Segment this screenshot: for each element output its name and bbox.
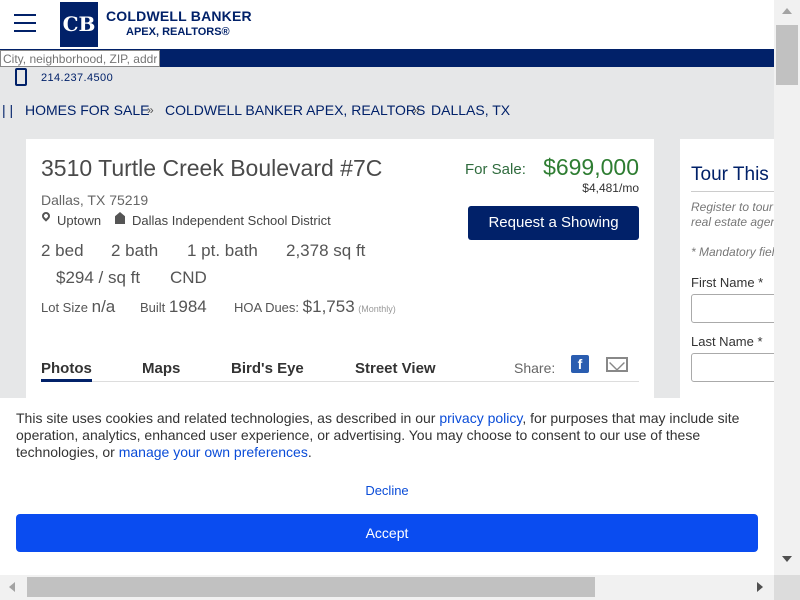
privacy-policy-link[interactable]: privacy policy — [439, 410, 522, 426]
tab-photos[interactable]: Photos — [41, 360, 92, 377]
facebook-icon[interactable]: f — [571, 355, 589, 373]
breadcrumb-separator: » — [413, 103, 420, 117]
active-tab-indicator — [41, 379, 92, 382]
partial-baths: 1 pt. bath — [187, 241, 258, 260]
breadcrumb-city[interactable]: DALLAS, TX — [431, 102, 510, 118]
decline-button[interactable]: Decline — [0, 483, 774, 498]
breadcrumb-brokerage[interactable]: COLDWELL BANKER APEX, REALTORS — [165, 102, 425, 118]
menu-icon[interactable] — [14, 14, 36, 34]
tour-title: Tour This Home — [691, 164, 774, 185]
built-value: 1984 — [168, 297, 207, 316]
scroll-up-icon[interactable] — [782, 8, 792, 14]
location-pin-icon — [40, 210, 52, 222]
vertical-scroll-thumb[interactable] — [776, 25, 798, 85]
neighborhood-link[interactable]: Uptown — [57, 213, 101, 228]
share-label: Share: — [514, 360, 556, 376]
cookie-message: This site uses cookies and related techn… — [16, 410, 756, 461]
scroll-right-icon[interactable] — [757, 582, 763, 592]
school-icon — [115, 212, 125, 224]
for-sale-label: For Sale: — [465, 161, 526, 178]
beds: 2 bed — [41, 241, 84, 260]
brand-line-2: APEX, REALTORS® — [126, 26, 230, 38]
hoa-value: $1,753 — [302, 297, 355, 316]
listing-card: 3510 Turtle Creek Boulevard #7C Dallas, … — [26, 139, 654, 399]
cookie-banner: This site uses cookies and related techn… — [0, 398, 774, 575]
property-type: CND — [170, 268, 207, 287]
lot-size-label: Lot Size — [41, 300, 88, 315]
first-name-label: First Name * — [691, 275, 764, 290]
year-built: Built 1984 — [140, 297, 207, 317]
site-header: CB COLDWELL BANKER APEX, REALTORS® — [0, 0, 774, 49]
brand-line-1: COLDWELL BANKER — [106, 8, 252, 24]
listing-city: Dallas, TX 75219 — [41, 192, 149, 208]
manage-preferences-link[interactable]: manage your own preferences — [119, 444, 308, 460]
scrollbar-corner — [774, 575, 800, 600]
tab-maps[interactable]: Maps — [142, 360, 180, 377]
tour-description: Register to tour with a real estate agen… — [691, 200, 774, 229]
horizontal-scroll-thumb[interactable] — [27, 577, 595, 597]
phone-number[interactable]: 214.237.4500 — [41, 72, 113, 84]
listing-price: $699,000 — [543, 154, 639, 180]
phone-icon — [15, 68, 27, 86]
accept-button[interactable]: Accept — [16, 514, 758, 552]
last-name-input[interactable] — [691, 353, 774, 382]
lot-size-value: n/a — [91, 297, 116, 316]
brand-logo-mark[interactable]: CB — [60, 2, 98, 47]
monthly-payment[interactable]: $4,481/mo — [582, 181, 639, 195]
hoa-label: HOA Dues: — [234, 300, 300, 315]
mandatory-note: * Mandatory fields — [691, 245, 774, 259]
hoa-period: (Monthly) — [358, 304, 396, 314]
cookie-text-before: This site uses cookies and related techn… — [16, 410, 440, 426]
hoa-dues: HOA Dues: $1,753 (Monthly) — [234, 297, 396, 317]
school-district-link[interactable]: Dallas Independent School District — [132, 213, 331, 228]
tab-street-view[interactable]: Street View — [355, 360, 436, 377]
scroll-left-icon[interactable] — [9, 582, 15, 592]
built-label: Built — [140, 300, 166, 315]
breadcrumb-homes-for-sale[interactable]: HOMES FOR SALE — [25, 102, 149, 118]
cookie-text-after: . — [307, 444, 312, 460]
tour-divider — [691, 191, 774, 192]
square-feet: 2,378 sq ft — [286, 241, 366, 260]
last-name-label: Last Name * — [691, 334, 763, 349]
search-input[interactable] — [0, 50, 160, 67]
listing-address: 3510 Turtle Creek Boulevard #7C — [41, 155, 383, 181]
tabs-divider — [41, 381, 639, 382]
request-showing-button[interactable]: Request a Showing — [468, 206, 639, 240]
email-icon[interactable] — [606, 357, 628, 372]
brand-logo-text[interactable]: COLDWELL BANKER APEX, REALTORS® — [106, 8, 252, 38]
baths: 2 bath — [111, 241, 159, 260]
first-name-input[interactable] — [691, 294, 774, 323]
breadcrumb-bars: | | — [2, 102, 14, 118]
vertical-scrollbar[interactable] — [774, 0, 800, 575]
tab-birds-eye[interactable]: Bird's Eye — [231, 360, 304, 377]
lot-size: Lot Size n/a — [41, 297, 115, 317]
horizontal-scrollbar[interactable] — [0, 575, 774, 600]
tour-panel: Tour This Home Register to tour with a r… — [680, 139, 774, 399]
price-per-sqft: $294 / sq ft — [56, 268, 141, 287]
breadcrumb-separator: » — [147, 103, 154, 117]
scroll-down-icon[interactable] — [782, 556, 792, 562]
